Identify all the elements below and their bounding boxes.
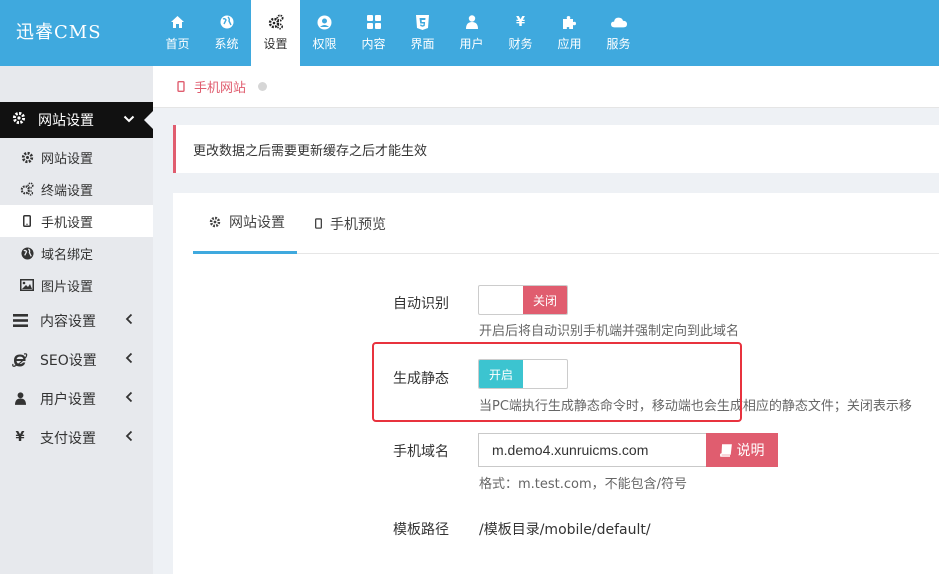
nav-home[interactable]: 首页 — [153, 0, 202, 66]
nav-permissions[interactable]: 权限 — [300, 0, 349, 66]
nav-finance[interactable]: ¥ 财务 — [496, 0, 545, 66]
nav-interface-label: 界面 — [410, 37, 435, 51]
nav-permissions-label: 权限 — [312, 37, 337, 51]
template-path-value: /模板目录/mobile/default/ — [479, 522, 651, 538]
sidebar-group-payment-settings[interactable]: ¥ 支付设置 — [0, 418, 153, 457]
image-icon — [20, 279, 34, 291]
sidebar-group-user-settings[interactable]: 用户设置 — [0, 379, 153, 418]
ie-icon — [12, 352, 28, 368]
yen-icon: ¥ — [15, 430, 25, 445]
auto-detect-help: 开启后将自动识别手机端并强制定向到此域名 — [479, 324, 740, 339]
app-logo[interactable]: 迅睿CMS — [16, 18, 102, 44]
nav-settings-label: 设置 — [263, 37, 288, 51]
breadcrumb-link[interactable]: 手机网站 — [194, 77, 246, 96]
mobile-icon — [20, 215, 34, 227]
nav-services[interactable]: 服务 — [594, 0, 643, 66]
sidebar-item-terminal-settings[interactable]: 终端设置 — [0, 173, 153, 205]
nav-finance-label: 财务 — [508, 37, 533, 51]
puzzle-icon — [562, 14, 578, 30]
switch-off-label: 关闭 — [523, 286, 567, 314]
chevron-left-icon — [125, 430, 133, 446]
user-icon — [464, 14, 480, 30]
mobile-domain-input[interactable] — [478, 433, 706, 467]
nav-services-label: 服务 — [606, 37, 631, 51]
user-circle-icon — [317, 14, 333, 30]
sidebar-item-image-settings[interactable]: 图片设置 — [0, 269, 153, 301]
html5-icon — [415, 14, 431, 30]
domain-help-button[interactable]: 说明 — [706, 433, 778, 467]
nav-apps[interactable]: 应用 — [545, 0, 594, 66]
mobile-icon — [315, 218, 322, 229]
cloud-icon — [610, 14, 627, 30]
auto-detect-switch[interactable]: 关闭 — [478, 285, 568, 315]
gear-icon — [12, 111, 26, 129]
user-icon — [12, 392, 28, 405]
gear-icon — [20, 151, 34, 164]
nav-settings[interactable]: 设置 — [251, 0, 300, 66]
cogs-icon — [20, 182, 34, 196]
home-icon — [170, 14, 186, 30]
breadcrumb: 手机网站 — [153, 66, 939, 108]
globe-icon — [20, 246, 34, 260]
sidebar-item-label: 手机设置 — [41, 215, 94, 231]
nav-users-label: 用户 — [459, 37, 484, 51]
nav-apps-label: 应用 — [557, 37, 582, 51]
sidebar-item-label: 终端设置 — [41, 183, 94, 199]
sidebar-item-label: 图片设置 — [41, 279, 94, 295]
nav-interface[interactable]: 界面 — [398, 0, 447, 66]
tab-label: 网站设置 — [229, 215, 285, 231]
sidebar-group-label: 支付设置 — [40, 430, 96, 447]
sidebar-item-mobile-settings[interactable]: 手机设置 — [0, 205, 153, 237]
domain-help-label: 说明 — [736, 442, 765, 458]
cache-notice: 更改数据之后需要更新缓存之后才能生效 — [173, 125, 939, 173]
main-nav: 首页 系统 设置 权限 内容 界面 用户 ¥ 财务 应用 服务 — [153, 0, 643, 66]
sidebar: 网站设置 网站设置 终端设置 手机设置 域名绑定 图片设置 内容设置 SEO设置… — [0, 66, 153, 574]
sidebar-item-website-settings[interactable]: 网站设置 — [0, 141, 153, 173]
nav-system-label: 系统 — [214, 37, 239, 51]
book-icon — [719, 443, 732, 457]
top-navbar: 迅睿CMS 首页 系统 设置 权限 内容 界面 用户 ¥ 财务 应用 服务 — [0, 0, 939, 66]
th-large-icon — [366, 14, 382, 30]
nav-system[interactable]: 系统 — [202, 0, 251, 66]
tab-mobile-preview[interactable]: 手机预览 — [315, 193, 386, 254]
sidebar-group-label: 内容设置 — [40, 313, 96, 330]
gear-icon — [209, 216, 221, 228]
highlight-box — [372, 342, 742, 422]
sidebar-item-label: 域名绑定 — [41, 247, 94, 263]
nav-users[interactable]: 用户 — [447, 0, 496, 66]
chevron-left-icon — [125, 352, 133, 368]
breadcrumb-dot-icon — [258, 82, 268, 91]
bars-icon — [12, 314, 28, 327]
nav-home-label: 首页 — [165, 37, 190, 51]
sidebar-section-label: 网站设置 — [38, 113, 94, 129]
chevron-left-icon — [125, 313, 133, 329]
sidebar-group-label: SEO设置 — [40, 352, 97, 369]
mobile-domain-help: 格式：m.test.com，不能包含/符号 — [479, 477, 688, 492]
yen-icon: ¥ — [515, 14, 526, 30]
chevron-down-icon — [123, 113, 135, 129]
nav-content-label: 内容 — [361, 37, 386, 51]
sidebar-group-seo-settings[interactable]: SEO设置 — [0, 340, 153, 379]
mobile-icon — [177, 81, 185, 92]
cogs-icon — [268, 14, 284, 30]
sidebar-item-domain-binding[interactable]: 域名绑定 — [0, 237, 153, 269]
template-path-label: 模板路径 — [393, 522, 449, 538]
mobile-domain-label: 手机域名 — [393, 444, 449, 460]
sidebar-group-label: 用户设置 — [40, 391, 96, 408]
tab-bar: 网站设置 手机预览 — [193, 193, 939, 254]
chevron-left-icon — [125, 391, 133, 407]
sidebar-item-label: 网站设置 — [41, 151, 94, 167]
sidebar-section-website-settings[interactable]: 网站设置 — [0, 102, 153, 138]
tab-label: 手机预览 — [330, 216, 386, 233]
globe-icon — [219, 14, 235, 30]
auto-detect-label: 自动识别 — [393, 296, 449, 312]
nav-content[interactable]: 内容 — [349, 0, 398, 66]
sidebar-group-content-settings[interactable]: 内容设置 — [0, 301, 153, 340]
tab-website-settings[interactable]: 网站设置 — [193, 193, 297, 254]
